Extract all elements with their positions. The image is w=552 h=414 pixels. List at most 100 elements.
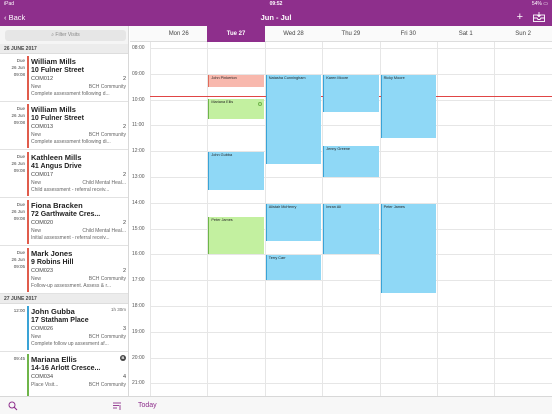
- visit-code: COM017: [31, 172, 54, 178]
- visit-count: 2: [122, 124, 126, 130]
- day-header-6[interactable]: Sun 2: [494, 26, 551, 42]
- visit-patient-name: Fiona Bracken: [31, 201, 83, 210]
- hour-label: 19:00: [132, 328, 145, 335]
- hour-label: 16:00: [132, 251, 145, 258]
- visit-due-label: Due: [16, 250, 25, 255]
- visit-code: COM026: [31, 326, 54, 332]
- calendar-event[interactable]: Terry Carr: [265, 255, 322, 281]
- filter-visits-input[interactable]: ⌕ Filter Visits: [5, 30, 126, 41]
- visit-date: 26 Jun: [11, 65, 25, 70]
- day-header-2[interactable]: Wed 28: [265, 26, 322, 42]
- visit-team: Child Mental Heal...: [82, 180, 126, 186]
- visit-description: Complete follow up assesment af...: [31, 341, 109, 347]
- sort-icon[interactable]: [112, 401, 122, 411]
- visit-list-item[interactable]: 09:45 Mariana Ellis 14-16 Arlott Cresce...…: [0, 352, 128, 396]
- calendar-event[interactable]: Karen Moore: [323, 74, 379, 113]
- visit-due-label: Due: [16, 58, 25, 63]
- visit-count: 2: [122, 76, 126, 82]
- visit-address: 72 Garthwaite Cres...: [31, 211, 101, 218]
- visit-code: COM012: [31, 76, 54, 82]
- calendar-event[interactable]: Ricky Moore: [380, 74, 436, 139]
- visit-date: 26 Jun: [11, 161, 25, 166]
- visit-status: New: [31, 132, 42, 138]
- visit-address: 10 Fulner Street: [31, 115, 84, 122]
- hour-label: 13:00: [132, 174, 145, 180]
- visit-team: Child Mental Heal...: [82, 228, 126, 234]
- day-header-1[interactable]: Tue 27: [207, 26, 265, 42]
- visit-code: COM023: [31, 268, 54, 274]
- visit-status: New: [31, 84, 42, 90]
- battery-label: 54%: [531, 1, 542, 7]
- visit-badge-icon: B: [120, 355, 126, 361]
- visit-team: BCH Community: [88, 334, 126, 340]
- clock: 09:52: [269, 1, 283, 7]
- visit-patient-name: William Mills: [31, 105, 76, 114]
- visit-date: 26 Jun: [11, 257, 25, 262]
- hour-gridline: [150, 357, 552, 359]
- visit-code: COM020: [31, 220, 54, 226]
- hour-gridline: [150, 254, 552, 256]
- visit-list-sidebar: ⌕ Filter Visits 26 JUNE 2017 Due 26 Jun 09:…: [0, 26, 129, 396]
- event-title: John Pinkerton: [211, 75, 237, 80]
- day-header-row: Mon 26 Tue 27 Wed 28 Thu 29 Fri 30 Sat 1 Sun 2: [130, 26, 552, 42]
- calendar-event[interactable]: Natasha Cunningham: [265, 74, 322, 165]
- visit-list-item[interactable]: Due 26 Jun 09:08 William Mills 10 Fulner Str…: [0, 54, 128, 102]
- status-bar: iPad 09:52 54% ▭: [0, 0, 552, 8]
- visit-address: 14-16 Arlott Cresce...: [31, 365, 101, 372]
- visit-status: New: [31, 276, 42, 282]
- checkmark-circle-icon: [257, 102, 262, 107]
- hour-label: 21:00: [132, 380, 145, 387]
- visit-list-item[interactable]: 12:00 John Gubba 17 Statham Place COM026 3 Ne…: [0, 304, 128, 352]
- day-header-5[interactable]: Sat 1: [437, 26, 494, 42]
- visit-list-item[interactable]: Due 26 Jun 09:05 Mark Jones 9 Robins Hill COM…: [0, 246, 128, 294]
- calendar-event[interactable]: Jenny Greene: [323, 145, 379, 177]
- visit-status: New: [31, 334, 42, 340]
- calendar-event[interactable]: Peter James: [208, 216, 264, 255]
- visit-description: Complete assessment following d...: [31, 91, 110, 97]
- visit-address: 41 Angus Drive: [31, 163, 82, 170]
- visit-time: 09:05: [13, 264, 25, 269]
- day-column-divider: [437, 42, 438, 396]
- search-icon: ⌕: [51, 32, 55, 38]
- visit-description: Child assessment - referral receiv...: [31, 187, 110, 193]
- today-button[interactable]: Today: [138, 397, 157, 414]
- visit-list-item[interactable]: Due 26 Jun 09:08 Kathleen Mills 41 Angus Dri…: [0, 150, 128, 198]
- visit-due-label: Due: [16, 154, 25, 159]
- visit-status-bar: [27, 248, 29, 292]
- inbox-icon[interactable]: [533, 12, 545, 22]
- hour-gridline: [150, 280, 552, 282]
- calendar-event[interactable]: John Pinkerton: [208, 74, 264, 87]
- visit-count: 4: [122, 374, 126, 380]
- event-title: Ricky Moore: [383, 75, 405, 80]
- visit-status-bar: [27, 354, 29, 396]
- event-title: Alistair McHenry: [268, 204, 297, 209]
- hour-gridline: [150, 125, 552, 127]
- calendar-event[interactable]: Alistair McHenry: [265, 203, 322, 242]
- bottom-toolbar: Today: [0, 396, 552, 414]
- visit-count: 2: [122, 268, 126, 274]
- visit-patient-name: Mark Jones: [31, 249, 73, 258]
- event-title: Peter James: [383, 204, 405, 209]
- calendar-event[interactable]: Imran Ali: [323, 203, 379, 255]
- day-header-4[interactable]: Fri 30: [380, 26, 437, 42]
- calendar-event[interactable]: Mariana Ellis: [208, 99, 264, 119]
- visit-team: BCH Community: [88, 382, 126, 388]
- search-icon[interactable]: [8, 401, 18, 411]
- visit-patient-name: John Gubba: [31, 307, 75, 316]
- add-button[interactable]: +: [517, 10, 523, 24]
- visit-patient-name: Kathleen Mills: [31, 153, 82, 162]
- event-title: Imran Ali: [326, 204, 341, 209]
- day-header-3[interactable]: Thu 29: [322, 26, 379, 42]
- day-header-0[interactable]: Mon 26: [150, 26, 207, 42]
- visit-patient-name: Mariana Ellis: [31, 355, 77, 364]
- visit-status-bar: [27, 152, 29, 196]
- calendar-event[interactable]: Peter James: [380, 203, 436, 294]
- visit-list-item[interactable]: Due 26 Jun 09:08 William Mills 10 Fulner Str…: [0, 102, 128, 150]
- visit-time: 09:08: [13, 216, 25, 221]
- visit-list-item[interactable]: Due 26 Jun 09:08 Fiona Bracken 72 Garthwaite…: [0, 198, 128, 246]
- calendar-event[interactable]: John Gubba: [208, 152, 264, 190]
- day-column-divider: [494, 42, 496, 396]
- visit-team: BCH Community: [88, 276, 126, 282]
- battery-indicator: 54% ▭: [531, 1, 548, 7]
- visit-status-bar: [27, 306, 29, 350]
